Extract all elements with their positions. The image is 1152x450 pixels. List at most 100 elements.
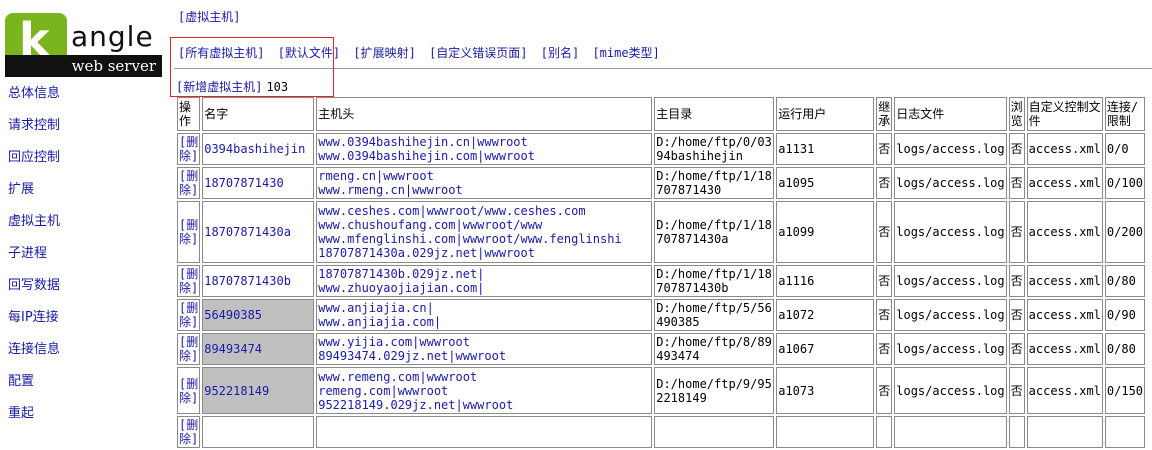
- host-headers-cell: 18707871430b.029jz.net| www.zhuoyaojiajia…: [316, 265, 653, 297]
- delete-link[interactable]: [删除]: [177, 265, 201, 297]
- control-file-cell: [1026, 416, 1103, 448]
- table-body: [删除] 0394bashihejin www.0394bashihejin.cn|…: [177, 133, 1146, 448]
- host-name-link[interactable]: 89493474: [204, 342, 262, 356]
- col-header-conn-limit: 连接/限制: [1104, 97, 1146, 131]
- inherit-cell: 否: [876, 133, 893, 165]
- host-header-link[interactable]: 18707871430a.029jz.net|wwwroot: [318, 246, 650, 260]
- log-file-cell: logs/access.log: [894, 333, 1007, 365]
- inherit-cell: [876, 416, 893, 448]
- host-headers-cell: rmeng.cn|wwwroot www.rmeng.cn|wwwroot: [316, 167, 653, 199]
- delete-link[interactable]: [删除]: [177, 299, 201, 331]
- host-header-link[interactable]: www.yijia.com|wwwroot: [318, 335, 650, 349]
- host-header-link[interactable]: www.zhuoyaojiajian.com|: [318, 281, 650, 295]
- home-dir-cell: D:/home/ftp/1/18707871430a: [654, 201, 775, 263]
- host-name-cell: 18707871430b: [202, 265, 315, 297]
- inherit-cell: 否: [876, 201, 893, 263]
- nav-item-connection-info[interactable]: 连接信息: [8, 342, 60, 357]
- host-header-link[interactable]: rmeng.cn|wwwroot: [318, 169, 650, 183]
- delete-link[interactable]: [删除]: [177, 167, 201, 199]
- delete-link[interactable]: [删除]: [177, 133, 201, 165]
- tab-mime-types[interactable]: [mime类型]: [592, 46, 659, 60]
- host-header-link[interactable]: 952218149.029jz.net|wwwroot: [318, 398, 650, 412]
- host-name-link[interactable]: 56490385: [204, 308, 262, 322]
- nav-item-extensions[interactable]: 扩展: [8, 182, 34, 197]
- tab-custom-error-pages[interactable]: [自定义错误页面]: [429, 46, 527, 60]
- inherit-cell: 否: [876, 299, 893, 331]
- log-file-cell: logs/access.log: [894, 299, 1007, 331]
- home-dir-cell: D:/home/ftp/5/56490385: [654, 299, 775, 331]
- conn-limit-cell: 0/200: [1104, 201, 1146, 263]
- host-headers-cell: www.0394bashihejin.cn|wwwroot www.0394bas…: [316, 133, 653, 165]
- table-row: [删除] 89493474 www.yijia.com|wwwroot 8949347…: [177, 333, 1146, 365]
- tab-extension-mapping[interactable]: [扩展映射]: [353, 46, 415, 60]
- nav-item-request-control[interactable]: 请求控制: [8, 118, 60, 133]
- host-name-link[interactable]: 18707871430: [204, 176, 283, 190]
- delete-link[interactable]: [删除]: [177, 201, 201, 263]
- table-row: [删除] 18707871430 rmeng.cn|wwwroot www.rmeng…: [177, 167, 1146, 199]
- host-header-link[interactable]: www.ceshes.com|wwwroot/www.ceshes.com: [318, 204, 650, 218]
- sidebar-nav: 总体信息 请求控制 回应控制 扩展 虚拟主机 子进程 回写数据 每IP连接 连接…: [8, 84, 60, 436]
- host-name-link[interactable]: 0394bashihejin: [204, 142, 305, 156]
- control-file-cell: access.xml: [1026, 133, 1103, 165]
- host-name-cell: 56490385: [202, 299, 315, 331]
- inherit-cell: 否: [876, 265, 893, 297]
- virtual-host-table: 操作 名字 主机头 主目录 运行用户 继承 日志文件 浏览 自定义控制文件 连接…: [175, 95, 1147, 450]
- host-name-link[interactable]: 18707871430a: [204, 225, 291, 239]
- host-header-link[interactable]: www.remeng.com|wwwroot: [318, 370, 650, 384]
- browse-cell: [1008, 416, 1025, 448]
- host-name-link[interactable]: 952218149: [204, 384, 269, 398]
- conn-limit-cell: 0/80: [1104, 333, 1146, 365]
- nav-item-writeback-data[interactable]: 回写数据: [8, 278, 60, 293]
- browse-cell: 否: [1008, 133, 1025, 165]
- browse-cell: 否: [1008, 299, 1025, 331]
- host-header-link[interactable]: 18707871430b.029jz.net|: [318, 267, 650, 281]
- nav-item-response-control[interactable]: 回应控制: [8, 150, 60, 165]
- browse-cell: 否: [1008, 201, 1025, 263]
- host-name-cell: 89493474: [202, 333, 315, 365]
- host-header-link[interactable]: www.anjiajia.cn|: [318, 301, 650, 315]
- nav-item-restart[interactable]: 重起: [8, 406, 34, 421]
- home-dir-cell: D:/home/ftp/9/952218149: [654, 367, 775, 414]
- nav-item-subprocess[interactable]: 子进程: [8, 246, 47, 261]
- run-user-cell: a1116: [776, 265, 875, 297]
- delete-link[interactable]: [删除]: [177, 367, 201, 414]
- delete-link[interactable]: [删除]: [177, 333, 201, 365]
- host-header-link[interactable]: www.anjiajia.com|: [318, 315, 650, 329]
- nav-item-overview[interactable]: 总体信息: [8, 86, 60, 101]
- col-header-action: 操作: [177, 97, 201, 131]
- inherit-cell: 否: [876, 167, 893, 199]
- nav-item-config[interactable]: 配置: [8, 374, 34, 389]
- host-name-link[interactable]: 18707871430b: [204, 274, 291, 288]
- browse-cell: 否: [1008, 367, 1025, 414]
- col-header-inherit: 继承: [876, 97, 893, 131]
- host-header-link[interactable]: www.0394bashihejin.cn|wwwroot: [318, 135, 650, 149]
- control-file-cell: access.xml: [1026, 167, 1103, 199]
- host-header-link[interactable]: www.rmeng.cn|wwwroot: [318, 183, 650, 197]
- conn-limit-cell: 0/80: [1104, 265, 1146, 297]
- home-dir-cell: D:/home/ftp/1/18707871430: [654, 167, 775, 199]
- host-header-link[interactable]: 89493474.029jz.net|wwwroot: [318, 349, 650, 363]
- host-name-cell: 952218149: [202, 367, 315, 414]
- tab-aliases[interactable]: [别名]: [541, 46, 579, 60]
- col-header-name: 名字: [202, 97, 315, 131]
- host-header-link[interactable]: www.chushoufang.com|wwwroot/www: [318, 218, 650, 232]
- nav-item-per-ip-connections[interactable]: 每IP连接: [8, 310, 59, 325]
- delete-link[interactable]: [删除]: [177, 416, 201, 448]
- inherit-cell: 否: [876, 367, 893, 414]
- control-file-cell: access.xml: [1026, 265, 1103, 297]
- conn-limit-cell: 0/0: [1104, 133, 1146, 165]
- host-header-link[interactable]: remeng.com|wwwroot: [318, 384, 650, 398]
- nav-item-virtual-hosts[interactable]: 虚拟主机: [8, 214, 60, 229]
- host-header-link[interactable]: www.0394bashihejin.com|wwwroot: [318, 149, 650, 163]
- conn-limit-cell: 0/100: [1104, 167, 1146, 199]
- host-name-cell: 18707871430: [202, 167, 315, 199]
- home-dir-cell: D:/home/ftp/0/0394bashihejin: [654, 133, 775, 165]
- table-row: [删除] 18707871430b 18707871430b.029jz.net| w…: [177, 265, 1146, 297]
- host-header-link[interactable]: www.mfenglinshi.com|wwwroot/www.fenglins…: [318, 232, 650, 246]
- col-header-browse: 浏览: [1008, 97, 1025, 131]
- control-file-cell: access.xml: [1026, 201, 1103, 263]
- log-file-cell: [894, 416, 1007, 448]
- run-user-cell: a1131: [776, 133, 875, 165]
- table-row: [删除] 0394bashihejin www.0394bashihejin.cn|…: [177, 133, 1146, 165]
- col-header-dir: 主目录: [654, 97, 775, 131]
